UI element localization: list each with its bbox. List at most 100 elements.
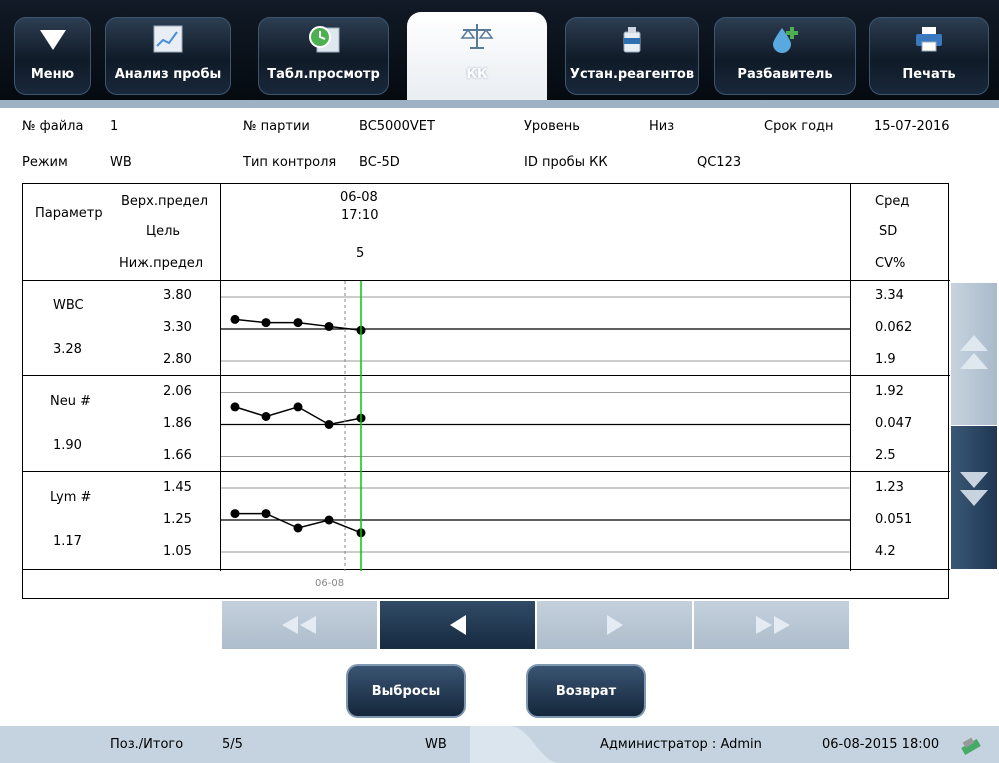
menu-label: Меню <box>30 67 75 82</box>
param-name-neu: Neu # <box>50 394 91 409</box>
sample-analysis-label: Анализ пробы <box>114 67 222 82</box>
file-no-label: № файла <box>22 119 84 134</box>
sd-lym: 0.051 <box>875 512 913 527</box>
datetime: 06-08-2015 18:00 <box>822 737 940 752</box>
upper-limit-neu: 2.06 <box>163 384 192 399</box>
qc-point <box>293 523 303 533</box>
header-target: Цель <box>146 224 181 239</box>
reagent-bottle-icon <box>623 27 641 53</box>
param-value-lym: 1.17 <box>53 534 82 549</box>
qc-plot[interactable] <box>221 281 850 571</box>
cv-wbc: 1.9 <box>875 352 896 367</box>
qc-point <box>261 318 271 328</box>
qc-sample-id-label: ID пробы КК <box>524 155 608 170</box>
status-mode: WB <box>425 737 447 752</box>
nav-last-button[interactable] <box>694 601 849 649</box>
double-chevron-right-icon <box>756 616 790 634</box>
qc-point <box>324 420 334 429</box>
double-chevron-up-icon <box>960 335 988 369</box>
header-mean: Сред <box>875 194 910 209</box>
nav-prev-button[interactable] <box>380 601 535 649</box>
header-point-number: 5 <box>356 246 365 261</box>
qc-table: Параметр Верх.предел Цель Ниж.предел 06-… <box>22 183 950 599</box>
nav-next-button[interactable] <box>537 601 692 649</box>
target-lym: 1.25 <box>163 512 192 527</box>
header-time: 17:10 <box>341 208 379 223</box>
clock-table-icon <box>308 26 339 53</box>
position-label: Поз./Итого <box>110 737 184 752</box>
vertical-scrollbar[interactable] <box>951 283 997 569</box>
toolbar-divider <box>0 100 999 108</box>
network-status-icon <box>961 737 981 755</box>
header-lower-limit: Ниж.предел <box>119 256 204 271</box>
print-label: Печать <box>902 67 956 82</box>
qc-point <box>261 509 271 519</box>
double-chevron-down-icon <box>960 472 988 506</box>
printer-icon <box>916 27 942 52</box>
control-type-label: Тип контроля <box>243 155 337 170</box>
table-review-label: Табл.просмотр <box>267 67 380 82</box>
upper-limit-lym: 1.45 <box>163 480 192 495</box>
level-label: Уровень <box>524 119 580 134</box>
outliers-button[interactable]: Выбросы <box>346 664 466 718</box>
back-button[interactable]: Возврат <box>526 664 646 718</box>
sd-neu: 0.047 <box>875 416 913 431</box>
sample-analysis-button[interactable]: Анализ пробы <box>105 17 231 95</box>
scroll-down-button[interactable] <box>951 426 997 569</box>
qc-point <box>230 509 240 519</box>
mean-neu: 1.92 <box>875 384 904 399</box>
mean-lym: 1.23 <box>875 480 904 495</box>
expiry-label: Срок годн <box>764 119 834 134</box>
param-value-wbc: 3.28 <box>53 342 82 357</box>
cv-neu: 2.5 <box>875 448 896 463</box>
level-value: Низ <box>649 119 675 134</box>
lower-limit-lym: 1.05 <box>163 544 192 559</box>
param-name-wbc: WBC <box>53 298 84 313</box>
position-value: 5/5 <box>222 737 243 752</box>
tab-qc[interactable]: КК <box>407 12 547 104</box>
diluent-label: Разбавитель <box>737 67 833 82</box>
qc-point <box>230 402 240 412</box>
chart-icon <box>153 25 183 53</box>
col-divider-right <box>850 184 851 571</box>
qc-point <box>324 321 334 331</box>
qc-label: КК <box>466 67 488 82</box>
header-date: 06-08 <box>340 190 378 205</box>
table-review-button[interactable]: Табл.просмотр <box>258 17 389 95</box>
chevron-down-icon <box>39 30 66 50</box>
lower-limit-neu: 1.66 <box>163 448 192 463</box>
header-upper-limit: Верх.предел <box>121 194 209 209</box>
lot-label: № партии <box>243 119 310 134</box>
bottom-date: 06-08 <box>315 578 345 589</box>
qc-point <box>230 314 240 324</box>
qc-point <box>261 412 271 421</box>
mode-value: WB <box>110 155 132 170</box>
print-button[interactable]: Печать <box>869 17 989 95</box>
qc-point <box>293 402 303 412</box>
expiry-value: 15-07-2016 <box>874 119 950 134</box>
mode-label: Режим <box>22 155 68 170</box>
reagent-setup-label: Устан.реагентов <box>569 67 695 82</box>
menu-button[interactable]: Меню <box>14 17 91 95</box>
diluent-button[interactable]: Разбавитель <box>714 17 856 95</box>
param-value-neu: 1.90 <box>53 438 82 453</box>
diluent-drop-icon <box>773 27 798 53</box>
scroll-up-button[interactable] <box>951 283 997 425</box>
param-name-lym: Lym # <box>50 490 92 505</box>
status-bar: Поз./Итого 5/5 WB Администратор : Admin … <box>0 726 999 763</box>
chevron-left-icon <box>450 615 466 635</box>
header-sd: SD <box>879 224 898 239</box>
cv-lym: 4.2 <box>875 544 896 559</box>
lot-value: BC5000VET <box>359 119 435 134</box>
qc-sample-id-value: QC123 <box>697 155 742 170</box>
header-cv: CV% <box>875 256 906 271</box>
qc-point <box>293 318 303 328</box>
sd-wbc: 0.062 <box>875 320 913 335</box>
nav-first-button[interactable] <box>222 601 377 649</box>
chevron-right-icon <box>607 615 623 635</box>
lower-limit-wbc: 2.80 <box>163 352 192 367</box>
header-param: Параметр <box>35 206 103 221</box>
top-toolbar: Меню Анализ пробы Табл.просмотр КК Устан… <box>0 0 999 104</box>
control-type-value: BC-5D <box>359 155 400 170</box>
reagent-setup-button[interactable]: Устан.реагентов <box>565 17 699 95</box>
